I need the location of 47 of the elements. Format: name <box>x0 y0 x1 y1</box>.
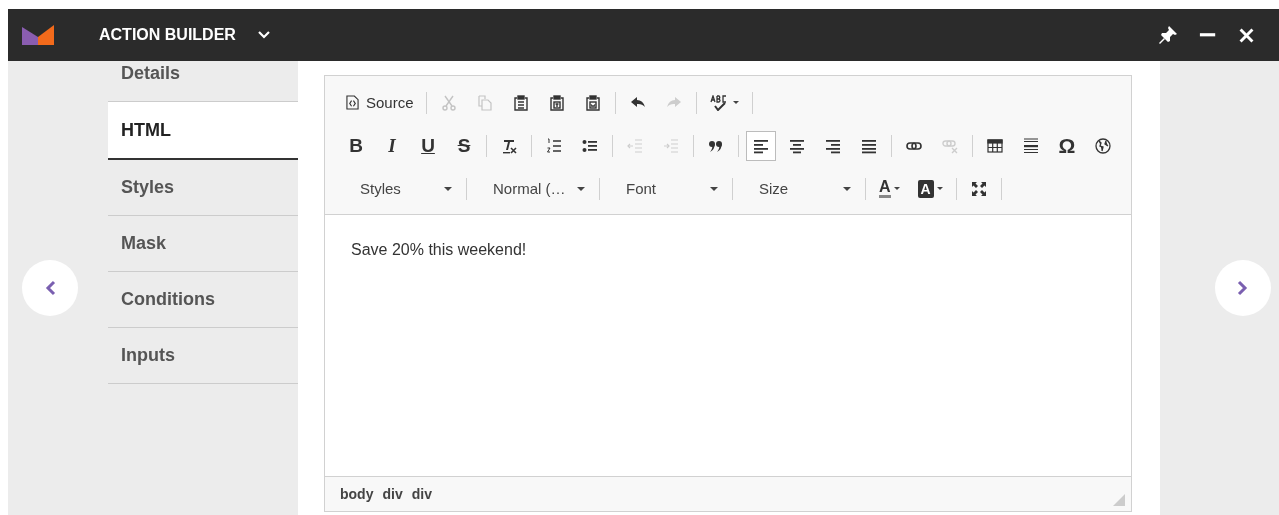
numbered-list-icon <box>546 137 562 154</box>
bold-button[interactable]: B <box>341 130 371 161</box>
text-color-button[interactable]: A <box>873 173 906 204</box>
element-path-link[interactable]: div <box>382 486 403 502</box>
editor-text: Save 20% this weekend! <box>351 241 528 259</box>
justify-icon <box>861 137 877 154</box>
globe-icon <box>1095 137 1111 154</box>
chevron-right-icon <box>1237 280 1249 296</box>
toolbar-dropdown[interactable]: Normal (… <box>474 173 594 204</box>
clear-format-icon <box>501 137 517 154</box>
background-color-button[interactable]: A <box>911 173 949 204</box>
outdent-icon <box>627 137 643 154</box>
special-character-button[interactable]: Ω <box>1052 130 1082 161</box>
align-left-button[interactable] <box>746 130 776 161</box>
bullet-list-icon <box>582 137 598 154</box>
copy-icon <box>476 94 493 111</box>
element-path-link[interactable]: body <box>340 486 374 502</box>
toolbar-dropdown[interactable]: Font <box>607 173 727 204</box>
pin-icon[interactable] <box>1158 25 1178 45</box>
toolbar-dropdown[interactable]: Size <box>740 173 860 204</box>
element-path-link[interactable]: div <box>411 486 432 502</box>
horizontal-line-icon <box>1023 137 1039 154</box>
close-icon[interactable] <box>1238 26 1255 44</box>
clipboard-word-icon <box>584 94 601 111</box>
window-title: ACTION BUILDER <box>99 26 236 44</box>
logo-icon <box>22 25 54 45</box>
clipboard-text-icon <box>548 94 565 111</box>
editor-text-area[interactable]: Save 20% this weekend! <box>325 215 1131 476</box>
unlink-icon <box>942 137 958 154</box>
maximize-icon <box>970 180 987 197</box>
resize-grip-icon[interactable] <box>1113 494 1125 506</box>
italic-button[interactable]: I <box>377 130 407 161</box>
align-left-icon <box>753 137 769 154</box>
toolbar-dropdown[interactable]: Styles <box>341 173 461 204</box>
chevron-left-icon <box>44 280 56 296</box>
nav-tab[interactable]: HTML <box>108 102 298 160</box>
source-code-icon <box>346 95 359 110</box>
source-button[interactable]: Source <box>341 87 419 118</box>
strikethrough-button[interactable]: S <box>449 130 479 161</box>
table-icon <box>987 137 1003 154</box>
underline-button[interactable]: U <box>413 130 443 161</box>
clipboard-icon <box>512 94 529 111</box>
scissors-icon <box>440 94 457 111</box>
align-center-icon <box>789 137 805 154</box>
chevron-down-icon[interactable] <box>257 31 270 39</box>
indent-icon <box>663 137 679 154</box>
align-right-icon <box>825 137 841 154</box>
